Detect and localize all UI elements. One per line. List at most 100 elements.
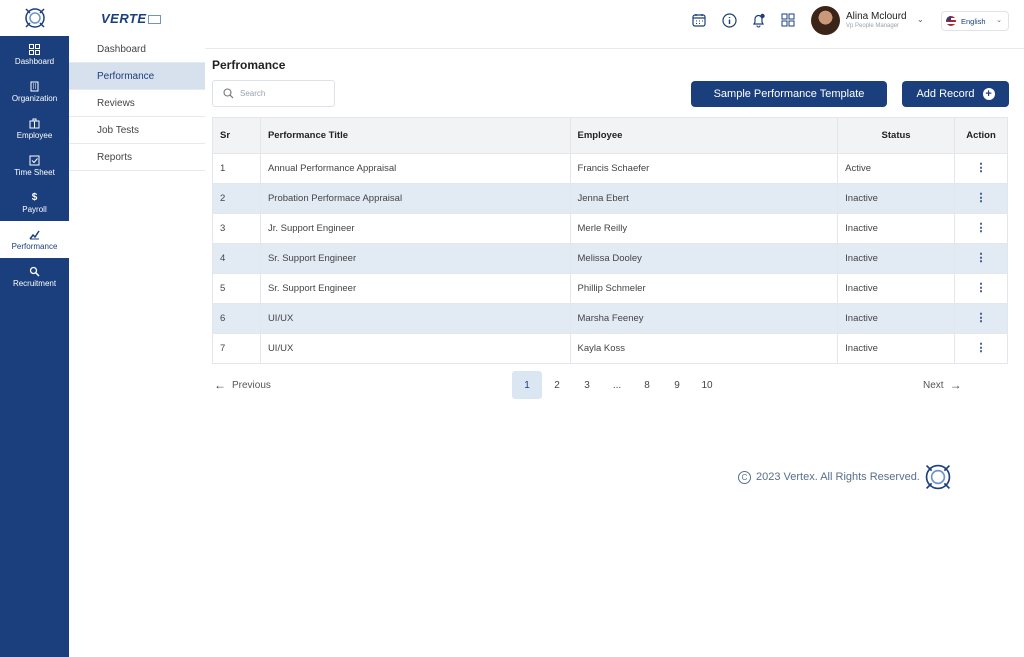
language-label: English — [961, 16, 986, 26]
us-flag-icon — [946, 16, 956, 26]
cell-employee: Melissa Dooley — [569, 243, 839, 274]
status-badge: Inactive — [837, 213, 955, 244]
page-button[interactable]: 3 — [572, 371, 602, 399]
apps-grid-icon[interactable] — [780, 12, 796, 28]
avatar[interactable] — [811, 6, 840, 35]
cell-sr: 3 — [212, 213, 261, 244]
table-row[interactable]: 2 Probation Performace Appraisal Jenna E… — [212, 183, 1008, 214]
rail-item-recruitment[interactable]: Recruitment — [0, 258, 69, 295]
cell-title: Sr. Support Engineer — [259, 243, 571, 274]
page-button[interactable]: 8 — [632, 371, 662, 399]
page-button[interactable]: 1 — [512, 371, 542, 399]
more-vertical-icon[interactable]: ⋮ — [976, 193, 987, 204]
performance-table: Sr Performance Title Employee Status Act… — [212, 117, 1008, 364]
header-status[interactable]: Status — [837, 117, 955, 154]
rail-item-label: Organization — [11, 94, 58, 103]
table-row[interactable]: 7 UI/UX Kayla Koss Inactive ⋮ — [212, 333, 1008, 364]
sub-navigation: VERTE Dashboard Performance Reviews Job … — [69, 0, 205, 657]
header-employee[interactable]: Employee — [569, 117, 839, 154]
table-row[interactable]: 5 Sr. Support Engineer Phillip Schmeler … — [212, 273, 1008, 304]
building-icon — [29, 80, 41, 92]
search-box[interactable] — [212, 80, 335, 107]
cell-title: Annual Performance Appraisal — [259, 153, 571, 184]
grid-icon — [29, 43, 41, 55]
rail-item-label: Performance — [11, 242, 58, 251]
subnav-item-job-tests[interactable]: Job Tests — [69, 117, 205, 144]
status-badge: Active — [837, 153, 955, 184]
rail-item-performance[interactable]: Performance — [0, 221, 69, 258]
more-vertical-icon[interactable]: ⋮ — [976, 283, 987, 294]
search-person-icon — [29, 265, 41, 277]
status-badge: Inactive — [837, 303, 955, 334]
app-logo[interactable] — [0, 0, 69, 36]
rail-item-organization[interactable]: Organization — [0, 73, 69, 110]
more-vertical-icon[interactable]: ⋮ — [976, 223, 987, 234]
arrow-right-icon: → — [949, 378, 962, 392]
language-select[interactable]: English ⌄ — [941, 11, 1009, 31]
cell-sr: 5 — [212, 273, 261, 304]
page-button[interactable]: 10 — [692, 371, 722, 399]
briefcase-icon — [29, 117, 41, 129]
more-vertical-icon[interactable]: ⋮ — [976, 313, 987, 324]
subnav-item-performance[interactable]: Performance — [69, 63, 205, 90]
cell-employee: Jenna Ebert — [569, 183, 839, 214]
user-role: Vp People Manager — [846, 23, 900, 29]
more-vertical-icon[interactable]: ⋮ — [976, 253, 987, 264]
rail-item-payroll[interactable]: $ Payroll — [0, 184, 69, 221]
cell-title: UI/UX — [259, 333, 571, 364]
more-vertical-icon[interactable]: ⋮ — [976, 343, 987, 354]
cell-action: ⋮ — [954, 153, 1008, 184]
cell-action: ⋮ — [954, 213, 1008, 244]
pagination: 1 2 3 ... 8 9 10 — [512, 371, 722, 399]
search-input[interactable] — [240, 89, 330, 98]
cell-employee: Kayla Koss — [569, 333, 839, 364]
cell-action: ⋮ — [954, 333, 1008, 364]
subnav-item-reports[interactable]: Reports — [69, 144, 205, 171]
next-page-button[interactable]: Next → — [923, 378, 968, 392]
table-row[interactable]: 4 Sr. Support Engineer Melissa Dooley In… — [212, 243, 1008, 274]
cell-action: ⋮ — [954, 273, 1008, 304]
arrow-left-icon: ← — [214, 378, 226, 392]
dollar-icon: $ — [31, 191, 38, 203]
rail-item-employee[interactable]: Employee — [0, 110, 69, 147]
status-badge: Inactive — [837, 243, 955, 274]
rail-item-dashboard[interactable]: Dashboard — [0, 36, 69, 73]
status-badge: Inactive — [837, 183, 955, 214]
table-row[interactable]: 3 Jr. Support Engineer Merle Reilly Inac… — [212, 213, 1008, 244]
header-title[interactable]: Performance Title — [259, 117, 571, 154]
page-ellipsis: ... — [612, 379, 622, 391]
cell-sr: 1 — [212, 153, 261, 184]
cell-action: ⋮ — [954, 303, 1008, 334]
rail-item-label: Recruitment — [12, 279, 57, 288]
rail-item-label: Employee — [16, 131, 53, 140]
table-row[interactable]: 6 UI/UX Marsha Feeney Inactive ⋮ — [212, 303, 1008, 334]
subnav-item-reviews[interactable]: Reviews — [69, 90, 205, 117]
cell-employee: Merle Reilly — [569, 213, 839, 244]
chevron-down-icon[interactable]: ⌄ — [917, 15, 924, 24]
rail-item-label: Payroll — [22, 205, 47, 214]
more-vertical-icon[interactable]: ⋮ — [976, 163, 987, 174]
header-sr[interactable]: Sr — [212, 117, 261, 154]
sample-template-button[interactable]: Sample Performance Template — [691, 81, 887, 107]
search-icon — [223, 88, 234, 99]
info-icon[interactable] — [721, 12, 737, 28]
cell-employee: Phillip Schmeler — [569, 273, 839, 304]
copyright-icon: C — [738, 470, 751, 484]
vertex-logo-icon — [24, 8, 45, 28]
user-name[interactable]: Alina Mclourd — [846, 11, 907, 22]
cell-action: ⋮ — [954, 243, 1008, 274]
notification-bell-icon[interactable] — [750, 12, 766, 28]
app-root: Dashboard Organization Employee Time She… — [0, 0, 1024, 657]
rail-item-time-sheet[interactable]: Time Sheet — [0, 147, 69, 184]
cell-sr: 4 — [212, 243, 261, 274]
top-bar: Alina Mclourd Vp People Manager ⌄ Englis… — [205, 0, 1024, 49]
table-row[interactable]: 1 Annual Performance Appraisal Francis S… — [212, 153, 1008, 184]
previous-page-button[interactable]: ← Previous — [214, 378, 271, 392]
subnav-item-dashboard[interactable]: Dashboard — [69, 36, 205, 63]
calendar-icon[interactable] — [691, 12, 707, 28]
page-button[interactable]: 9 — [662, 371, 692, 399]
cell-title: Sr. Support Engineer — [259, 273, 571, 304]
page-button[interactable]: 2 — [542, 371, 572, 399]
brand-wordmark[interactable]: VERTE — [101, 11, 161, 26]
add-record-button[interactable]: Add Record + — [902, 81, 1009, 107]
